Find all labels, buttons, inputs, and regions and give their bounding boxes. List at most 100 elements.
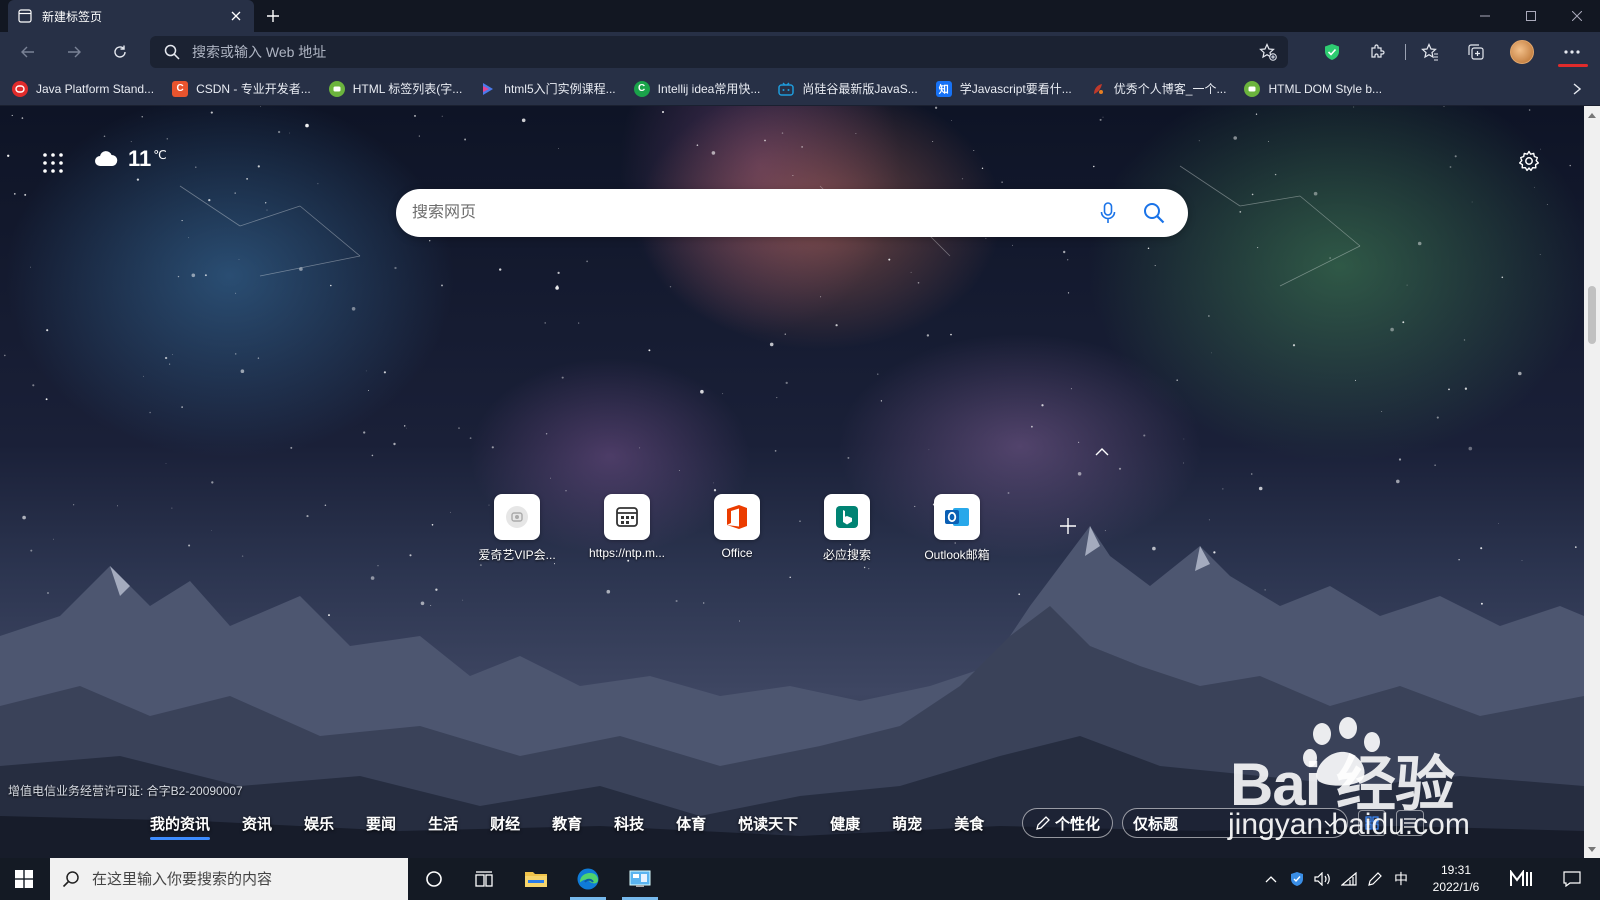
weather-temperature: 11: [128, 146, 152, 171]
news-tab[interactable]: 娱乐: [304, 813, 334, 834]
news-tab[interactable]: 资讯: [242, 813, 272, 834]
favorite-item[interactable]: HTML DOM Style b...: [1244, 77, 1382, 101]
file-explorer-button[interactable]: [512, 858, 560, 900]
new-tab-button[interactable]: [262, 5, 284, 27]
favorite-item[interactable]: C Intellij idea常用快...: [633, 77, 760, 101]
news-tabs: 我的资讯 资讯 娱乐 要闻 生活 财经 教育 科技 体育 悦读天下 健康 萌宠 美食: [150, 808, 1016, 840]
newtab-page-icon: [18, 9, 32, 23]
close-tab-icon[interactable]: [228, 8, 244, 24]
news-tab[interactable]: 要闻: [366, 813, 396, 834]
intellij-icon: C: [633, 80, 650, 97]
favorite-item[interactable]: Java Platform Stand...: [12, 77, 154, 101]
security-shield-icon[interactable]: [1284, 858, 1310, 900]
taskbar-search-input[interactable]: [92, 870, 408, 888]
news-tab[interactable]: 生活: [428, 813, 458, 834]
task-view-button[interactable]: [460, 858, 508, 900]
news-tab[interactable]: 萌宠: [892, 813, 922, 834]
news-tab[interactable]: 科技: [614, 813, 644, 834]
collections-icon[interactable]: [1462, 38, 1490, 66]
tab-title: 新建标签页: [42, 9, 103, 24]
shield-icon[interactable]: [1318, 38, 1346, 66]
baidu-jingyan-watermark: Bai 经验 jingyan.baidu.com: [1216, 716, 1516, 858]
news-tab[interactable]: 健康: [830, 813, 860, 834]
license-text: 增值电信业务经营许可证: 合字B2-20090007: [8, 784, 243, 798]
notification-center-icon[interactable]: [1552, 858, 1592, 900]
chevron-right-icon[interactable]: [1568, 80, 1586, 98]
edge-button[interactable]: [564, 858, 612, 900]
favorite-item[interactable]: 尚硅谷最新版JavaS...: [778, 77, 918, 101]
personalize-button[interactable]: 个性化: [1022, 808, 1114, 838]
news-tab[interactable]: 体育: [676, 813, 706, 834]
search-submit-icon[interactable]: [1134, 193, 1174, 233]
more-menu-icon[interactable]: [1558, 38, 1586, 66]
zhihu-icon: 知: [935, 80, 952, 97]
ime-mode-icon[interactable]: [1506, 858, 1536, 900]
favorites-bar: Java Platform Stand... C CSDN - 专业开发者... …: [0, 72, 1600, 106]
page-settings-button[interactable]: [1516, 148, 1542, 174]
quick-link[interactable]: 爱奇艺VIP会...: [462, 494, 572, 563]
runoob-icon: [328, 80, 345, 97]
chevron-up-icon[interactable]: [1094, 444, 1110, 460]
control-panel-icon: [629, 870, 651, 887]
quick-link[interactable]: Outlook邮箱: [902, 494, 1012, 563]
web-search-input[interactable]: [412, 204, 1082, 222]
favorite-item[interactable]: html5入门实例课程...: [480, 77, 616, 101]
back-button[interactable]: [14, 38, 42, 66]
favorite-item[interactable]: HTML 标签列表(字...: [328, 77, 462, 101]
extensions-icon[interactable]: [1363, 38, 1391, 66]
tab-new-tab[interactable]: 新建标签页: [8, 0, 254, 32]
quick-link[interactable]: https://ntp.m...: [572, 494, 682, 563]
news-tab[interactable]: 美食: [954, 813, 984, 834]
news-tab[interactable]: 财经: [490, 813, 520, 834]
taskbar-clock[interactable]: 19:31 2022/1/6: [1420, 862, 1492, 896]
volume-icon[interactable]: [1310, 858, 1336, 900]
forward-button[interactable]: [60, 38, 88, 66]
control-panel-button[interactable]: [616, 858, 664, 900]
calendar-page-icon: [604, 494, 650, 540]
cortana-button[interactable]: [410, 858, 458, 900]
news-tab[interactable]: 悦读天下: [738, 813, 798, 834]
scrollbar-thumb[interactable]: [1588, 286, 1596, 344]
quick-link[interactable]: Office: [682, 494, 792, 563]
taskbar-search: [50, 858, 408, 900]
pen-icon[interactable]: [1362, 858, 1388, 900]
input-method-indicator[interactable]: 中: [1388, 858, 1414, 900]
favorite-item[interactable]: 知学Javascript要看什...: [935, 77, 1072, 101]
profile-avatar[interactable]: [1510, 40, 1534, 64]
refresh-button[interactable]: [106, 38, 134, 66]
scroll-down-icon[interactable]: [1587, 844, 1597, 854]
apps-grid-icon[interactable]: [42, 152, 64, 174]
scroll-up-icon[interactable]: [1587, 110, 1597, 120]
minimize-button[interactable]: [1462, 0, 1508, 32]
toolbar: [0, 32, 1600, 72]
outlook-icon: [934, 494, 980, 540]
news-tab[interactable]: 我的资讯: [150, 813, 211, 840]
add-quick-link-icon[interactable]: [1056, 514, 1080, 538]
weather-widget[interactable]: 11 ℃: [94, 146, 167, 172]
clock-date: 2022/1/6: [1432, 880, 1480, 894]
folder-icon: [525, 872, 547, 887]
windows-taskbar: 中 19:31 2022/1/6: [0, 858, 1600, 900]
quick-link[interactable]: 必应搜索: [792, 494, 902, 563]
bilibili-icon: [778, 81, 795, 97]
pencil-icon: [1036, 816, 1050, 830]
address-input[interactable]: [180, 38, 1254, 66]
clock-time: 19:31: [1440, 863, 1472, 877]
newtab-page: 11 ℃ 爱奇艺VIP会... https://ntp.m... Office …: [0, 106, 1584, 858]
news-tab[interactable]: 教育: [552, 813, 582, 834]
microphone-icon[interactable]: [1088, 193, 1128, 233]
edge-icon: [577, 868, 599, 890]
java-icon: [12, 80, 28, 97]
network-icon[interactable]: [1336, 858, 1362, 900]
favorite-item[interactable]: C CSDN - 专业开发者...: [172, 77, 311, 101]
chevron-up-icon[interactable]: [1258, 858, 1284, 900]
window-controls: [1462, 0, 1600, 32]
quick-links: 爱奇艺VIP会... https://ntp.m... Office 必应搜索 …: [462, 494, 1012, 563]
page-scrollbar[interactable]: [1584, 106, 1600, 858]
favorite-item[interactable]: 优秀个人博客_一个...: [1090, 77, 1226, 101]
close-window-button[interactable]: [1554, 0, 1600, 32]
add-favorite-icon[interactable]: [1254, 38, 1282, 66]
start-button[interactable]: [0, 858, 48, 900]
maximize-button[interactable]: [1508, 0, 1554, 32]
favorites-icon[interactable]: [1416, 38, 1444, 66]
